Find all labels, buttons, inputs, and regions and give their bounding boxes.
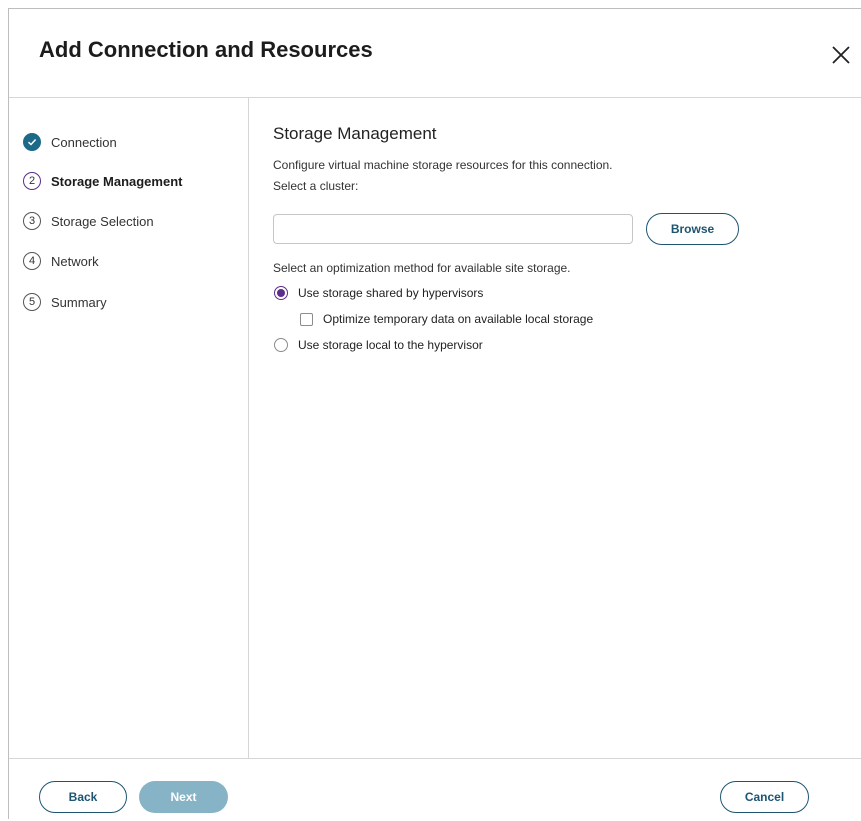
step-label: Storage Selection [51,213,154,229]
shared-storage-label: Use storage shared by hypervisors [298,286,484,300]
step-label: Summary [51,294,107,310]
step-network[interactable]: 4 Network [23,250,99,272]
step-label: Storage Management [51,173,183,189]
step-storage-selection[interactable]: 3 Storage Selection [23,210,154,232]
option-shared-storage[interactable]: Use storage shared by hypervisors [274,286,483,300]
option-optimize-temp[interactable]: Optimize temporary data on available loc… [300,312,593,326]
local-storage-radio[interactable] [274,338,288,352]
storage-management-panel: Storage Management Configure virtual mac… [273,98,861,758]
wizard-steps: Connection 2 Storage Management 3 Storag… [9,98,249,758]
browse-button[interactable]: Browse [646,213,739,245]
step-label: Connection [51,134,117,150]
step-label: Network [51,253,99,269]
step-connection[interactable]: Connection [23,131,117,153]
step-summary[interactable]: 5 Summary [23,291,107,313]
close-icon[interactable] [831,45,851,65]
optimize-temp-label: Optimize temporary data on available loc… [323,312,594,326]
step-storage-management[interactable]: 2 Storage Management [23,170,182,192]
dialog-header: Add Connection and Resources [9,9,861,98]
dialog-footer: Back Next Cancel [9,758,861,821]
cluster-input[interactable] [273,214,633,244]
dialog-title: Add Connection and Resources [39,37,373,62]
add-connection-dialog: Add Connection and Resources Connection … [8,8,861,819]
step-number-badge: 4 [23,252,41,270]
cancel-button[interactable]: Cancel [720,781,809,813]
optimize-temp-checkbox[interactable] [300,312,313,326]
shared-storage-radio[interactable] [274,286,288,300]
local-storage-label: Use storage local to the hypervisor [298,338,483,352]
cluster-label: Select a cluster: [273,179,359,193]
step-number-badge: 5 [23,293,41,311]
next-button[interactable]: Next [139,781,228,813]
option-local-storage[interactable]: Use storage local to the hypervisor [274,338,483,352]
checkmark-icon [23,133,41,151]
step-number-badge: 2 [23,172,41,190]
step-number-badge: 3 [23,212,41,230]
back-button[interactable]: Back [39,781,127,813]
optimization-label: Select an optimization method for availa… [273,261,571,275]
section-title: Storage Management [273,124,437,143]
section-description: Configure virtual machine storage resour… [273,158,613,172]
